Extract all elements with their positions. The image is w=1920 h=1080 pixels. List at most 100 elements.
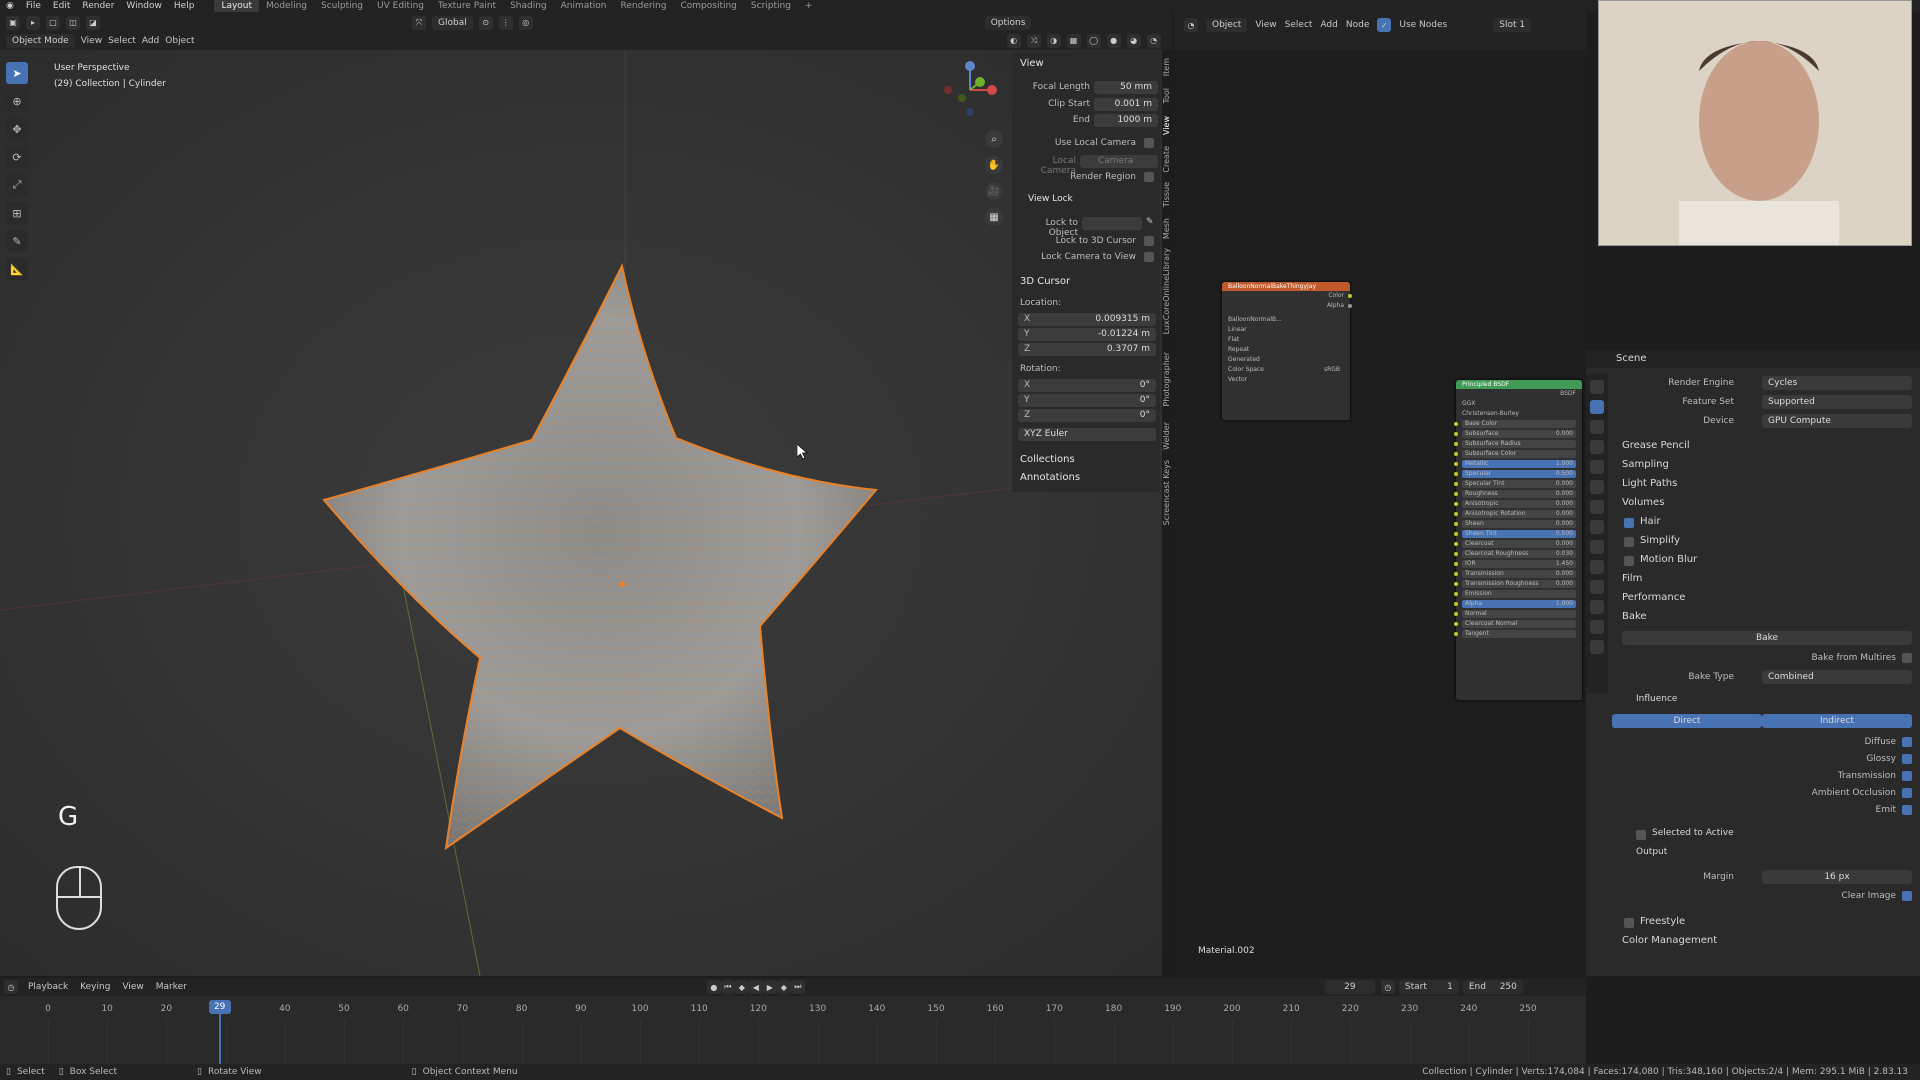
scene-properties-icon[interactable] [1590,460,1604,474]
menu-add[interactable]: Add [142,36,159,46]
record-icon[interactable]: ● [706,980,721,994]
bsdf-input-row[interactable]: Specular 0.500 [1454,469,1582,479]
bsdf-input-row[interactable]: Emission [1454,589,1582,599]
shading-rendered-icon[interactable]: ◔ [1146,33,1161,48]
indirect-toggle[interactable]: Indirect [1762,714,1912,728]
tab-uv-editing[interactable]: UV Editing [370,0,431,12]
tab-modeling[interactable]: Modeling [259,0,314,12]
snap-icon[interactable]: ⋮ [498,15,513,30]
distribution-dropdown[interactable]: GGX [1456,399,1582,409]
output-subpanel[interactable]: Output [1636,847,1667,857]
bsdf-input-row[interactable]: Base Color [1454,419,1582,429]
render-properties-icon[interactable] [1590,400,1604,414]
bsdf-input-row[interactable]: Clearcoat 0.000 [1454,539,1582,549]
bsdf-input-row[interactable]: Metallic 1.000 [1454,459,1582,469]
tab-mesh[interactable]: Mesh [1162,218,1172,239]
modifier-properties-icon[interactable] [1590,520,1604,534]
bsdf-input-row[interactable]: Subsurface 0.000 [1454,429,1582,439]
bsdf-input-socket[interactable] [1454,492,1458,496]
menu-render[interactable]: Render [76,1,120,11]
node-menu-node[interactable]: Node [1346,20,1370,30]
node-editor-type-icon[interactable]: ◔ [1184,18,1198,32]
bsdf-input-row[interactable]: Alpha 1.000 [1454,599,1582,609]
bsdf-input-row[interactable]: Roughness 0.000 [1454,489,1582,499]
hair-checkbox[interactable] [1624,518,1634,528]
shading-material-icon[interactable]: ◕ [1126,33,1141,48]
bsdf-input-socket[interactable] [1454,562,1458,566]
principled-bsdf-node[interactable]: Principled BSDF BSDF GGX Christensen-Bur… [1454,380,1582,700]
tab-screencast-keys[interactable]: Screencast Keys [1162,460,1172,525]
bsdf-input-socket[interactable] [1454,422,1458,426]
play-icon[interactable]: ▶ [762,980,777,994]
menu-file[interactable]: File [20,1,47,11]
shader-node-editor[interactable]: BalloonNormalBakeThingyJay Color Alpha B… [1174,50,1586,976]
bsdf-input-row[interactable]: Transmission Roughness 0.000 [1454,579,1582,589]
options-dropdown[interactable]: Options [984,15,1032,30]
slot-dropdown[interactable]: Slot 1 [1493,18,1532,32]
tab-sculpting[interactable]: Sculpting [314,0,370,12]
cursor-location-y[interactable]: Y -0.01224 m [1018,328,1156,341]
bsdf-input-socket[interactable] [1454,442,1458,446]
menu-view[interactable]: View [81,36,102,46]
preview-range-icon[interactable]: ◷ [1380,980,1395,994]
bsdf-input-row[interactable]: Clearcoat Normal [1454,619,1582,629]
tab-layout[interactable]: Layout [214,0,260,12]
tab-animation[interactable]: Animation [554,0,614,12]
timeline-editor-icon[interactable]: ◷ [4,980,18,994]
xray-icon[interactable]: ▦ [1066,33,1081,48]
projection-dropdown[interactable]: Flat [1222,335,1350,345]
material-properties-icon[interactable] [1590,620,1604,634]
tab-scripting[interactable]: Scripting [744,0,798,12]
data-properties-icon[interactable] [1590,600,1604,614]
bsdf-input-row[interactable]: Normal [1454,609,1582,619]
bake-panel[interactable]: Bake [1622,611,1647,622]
bsdf-input-socket[interactable] [1454,452,1458,456]
diffuse-checkbox[interactable] [1902,737,1912,747]
use-local-camera-checkbox[interactable] [1144,138,1154,148]
bsdf-input-row[interactable]: Sheen 0.000 [1454,519,1582,529]
tab-create[interactable]: Create [1162,146,1172,173]
grease-pencil-panel[interactable]: Grease Pencil [1622,440,1690,451]
timeline-menu-keying[interactable]: Keying [80,982,110,992]
glossy-checkbox[interactable] [1902,754,1912,764]
alpha-output-socket[interactable] [1348,304,1352,308]
timeline-menu-view[interactable]: View [122,982,143,992]
source-dropdown[interactable]: Generated [1222,355,1350,365]
tab-texture-paint[interactable]: Texture Paint [431,0,503,12]
bsdf-input-socket[interactable] [1454,432,1458,436]
bake-type-dropdown[interactable]: Combined [1762,670,1912,684]
node-menu-view[interactable]: View [1255,20,1276,30]
use-nodes-checkbox[interactable]: ✓ [1377,18,1392,32]
tab-view[interactable]: View [1162,116,1172,135]
menu-select[interactable]: Select [108,36,136,46]
simplify-checkbox[interactable] [1624,537,1634,547]
bsdf-input-row[interactable]: Specular Tint 0.000 [1454,479,1582,489]
image-texture-node[interactable]: BalloonNormalBakeThingyJay Color Alpha B… [1222,282,1352,420]
bsdf-input-socket[interactable] [1454,612,1458,616]
tab-welder[interactable]: Welder [1162,422,1172,450]
world-properties-icon[interactable] [1590,480,1604,494]
3d-viewport[interactable]: User Perspective (29) Collection | Cylin… [0,50,1162,976]
freestyle-checkbox[interactable] [1624,918,1634,928]
view-layer-icon[interactable] [1590,440,1604,454]
particle-properties-icon[interactable] [1590,540,1604,554]
tab-shading[interactable]: Shading [503,0,554,12]
shading-solid-icon[interactable]: ● [1106,33,1121,48]
timeline-menu-marker[interactable]: Marker [156,982,187,992]
view-lock-subpanel[interactable]: View Lock [1028,194,1073,204]
interpolation-dropdown[interactable]: Linear [1222,325,1350,335]
clip-end-field[interactable]: 1000 m [1094,114,1158,127]
bsdf-input-socket[interactable] [1454,572,1458,576]
orientation-dropdown[interactable]: Global [432,15,473,30]
bsdf-input-socket[interactable] [1454,602,1458,606]
tab-photographer[interactable]: Photographer [1162,352,1172,406]
cursor-location-z[interactable]: Z 0.3707 m [1018,343,1156,356]
overlay-icon[interactable]: ◑ [1046,33,1061,48]
cursor-rotation-z[interactable]: Z 0° [1018,409,1156,422]
margin-field[interactable]: 16 px [1762,870,1912,884]
shader-type-dropdown[interactable]: Object [1206,18,1248,32]
tool-properties-icon[interactable] [1590,380,1604,394]
select-subtract-icon[interactable]: ◪ [86,15,100,30]
lock-to-object-field[interactable] [1082,217,1142,230]
end-frame-field[interactable]: End 250 [1462,980,1523,994]
